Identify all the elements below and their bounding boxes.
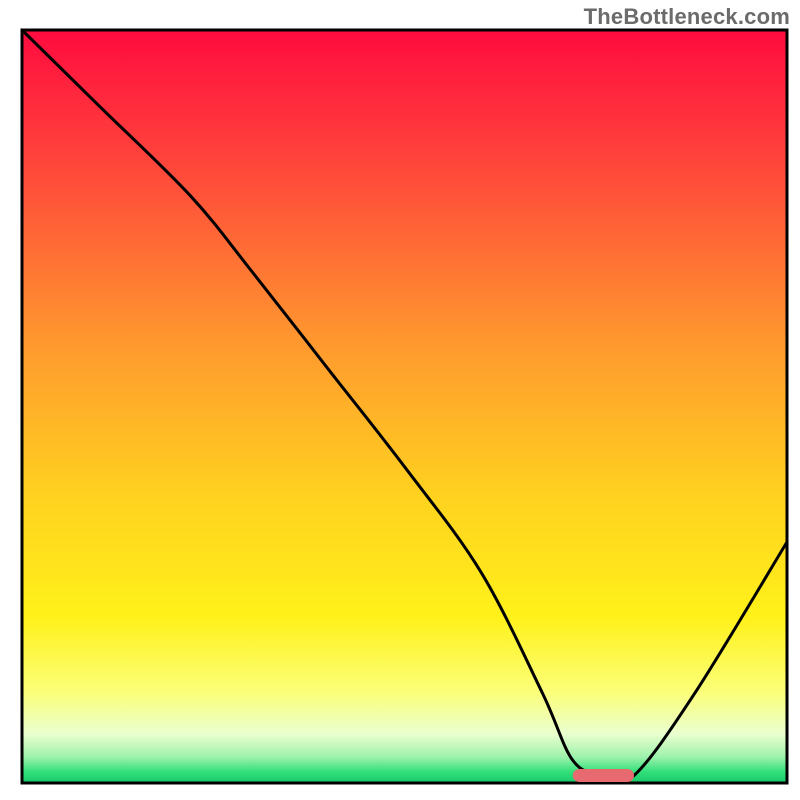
bottleneck-chart [0, 0, 800, 800]
optimal-range-marker [573, 769, 634, 782]
plot-area [22, 30, 787, 783]
watermark-label: TheBottleneck.com [584, 4, 790, 30]
chart-container: TheBottleneck.com [0, 0, 800, 800]
